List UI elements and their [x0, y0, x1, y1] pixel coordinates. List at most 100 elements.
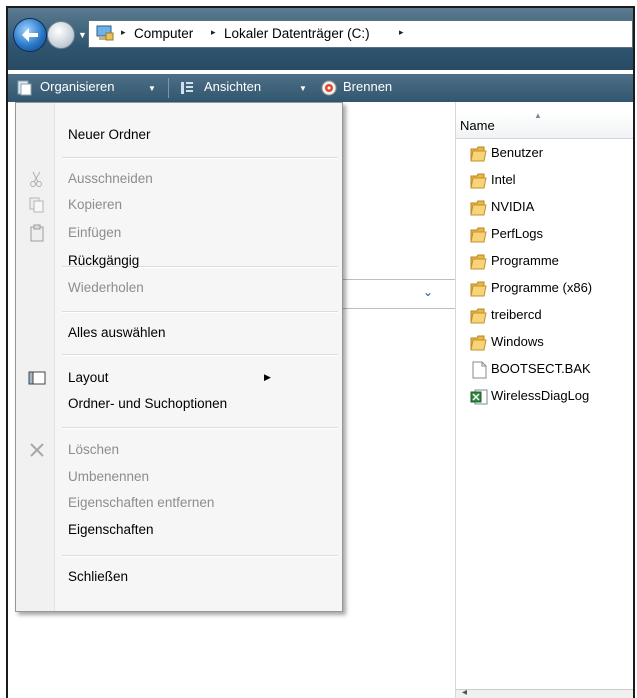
folders-pane-header[interactable]: ⌄ — [343, 279, 455, 309]
horizontal-scrollbar[interactable]: ◂ — [456, 687, 633, 698]
paste-icon — [28, 224, 46, 242]
file-name: BOOTSECT.BAK — [491, 361, 591, 376]
menu-separator — [62, 311, 338, 313]
menu-separator — [62, 157, 338, 159]
menu-item: Einfügen — [16, 219, 342, 247]
organize-button[interactable]: Organisieren — [40, 79, 114, 94]
menu-item-label: Eigenschaften entfernen — [68, 495, 215, 510]
back-button[interactable] — [13, 18, 47, 52]
menu-item-label: Neuer Ordner — [68, 127, 151, 142]
menu-item: Löschen — [16, 436, 342, 464]
file-icon — [470, 361, 488, 379]
column-header-name[interactable]: ▲ Name — [456, 111, 633, 139]
menu-item: Umbenennen — [16, 463, 342, 491]
menu-item-label: Schließen — [68, 569, 129, 584]
file-name: treibercd — [491, 307, 542, 322]
file-list-item[interactable]: Intel — [470, 169, 630, 193]
menu-item: Ausschneiden — [16, 165, 342, 193]
breadcrumb-drive-c[interactable]: Lokaler Datenträger (C:) — [224, 26, 370, 41]
history-dropdown-icon[interactable]: ▼ — [78, 30, 87, 40]
screenshot-frame: ▼ ▸ Computer ▸ Lokaler Datenträger (C:) … — [0, 0, 637, 698]
explorer-window: ▼ ▸ Computer ▸ Lokaler Datenträger (C:) … — [6, 6, 635, 698]
file-list-item[interactable]: Benutzer — [470, 142, 630, 166]
views-button[interactable]: Ansichten — [204, 79, 261, 94]
menu-separator — [62, 555, 338, 557]
menu-item-label: Löschen — [68, 442, 120, 457]
file-list-item[interactable]: Programme — [470, 250, 630, 274]
menu-separator — [62, 354, 338, 356]
scissors-icon — [28, 170, 46, 188]
file-name: Intel — [491, 172, 516, 187]
computer-icon — [96, 25, 114, 42]
file-name: WirelessDiagLog — [491, 388, 590, 403]
file-name: Windows — [491, 334, 544, 349]
address-area: ▼ ▸ Computer ▸ Lokaler Datenträger (C:) … — [8, 8, 633, 70]
views-caret-icon[interactable]: ▼ — [299, 84, 307, 93]
back-arrow-icon — [22, 28, 38, 42]
file-list-item[interactable]: PerfLogs — [470, 223, 630, 247]
menu-item-label: Layout — [68, 370, 109, 385]
scroll-left-icon[interactable]: ◂ — [462, 687, 467, 698]
menu-item: Eigenschaften entfernen — [16, 489, 342, 517]
folder-icon — [470, 145, 488, 163]
breadcrumb-separator[interactable]: ▸ — [399, 27, 404, 38]
menu-item-label: Alles auswählen — [68, 325, 166, 340]
organize-caret-icon[interactable]: ▼ — [148, 84, 156, 93]
menu-item-label: Ausschneiden — [68, 171, 153, 186]
file-name: Programme (x86) — [491, 280, 593, 295]
burn-button[interactable]: Brennen — [343, 79, 392, 94]
folder-icon — [470, 253, 488, 271]
folder-icon — [470, 199, 488, 217]
toolbar-divider — [168, 78, 169, 98]
layout-icon — [28, 369, 46, 387]
organize-menu: Neuer Ordner Ausschneiden Kopieren Einfügen… — [15, 102, 343, 612]
folder-icon — [470, 307, 488, 325]
folder-icon — [470, 280, 488, 298]
file-name: NVIDIA — [491, 199, 535, 214]
folder-icon — [470, 334, 488, 352]
burn-icon — [321, 80, 337, 96]
file-name: Benutzer — [491, 145, 544, 160]
menu-item[interactable]: Rückgängig — [16, 247, 342, 275]
menu-item-label: Wiederholen — [68, 280, 144, 295]
submenu-arrow-icon: ▶ — [264, 372, 271, 382]
menu-item-label: Einfügen — [68, 225, 122, 240]
file-list-item[interactable]: WirelessDiagLog — [470, 385, 630, 409]
sort-indicator-icon: ▲ — [534, 111, 542, 120]
file-list-item[interactable]: BOOTSECT.BAK — [470, 358, 630, 382]
menu-item: Kopieren — [16, 191, 342, 219]
menu-item: Wiederholen — [16, 274, 342, 302]
file-list-item[interactable]: Programme (x86) — [470, 277, 630, 301]
breadcrumb-separator[interactable]: ▸ — [121, 27, 126, 38]
copy-icon — [28, 196, 46, 214]
menu-item-label: Umbenennen — [68, 469, 150, 484]
file-list-pane: ▲ Name Benutzer Intel NVIDIA PerfLogs Progra… — [455, 102, 633, 698]
menu-item[interactable]: Alles auswählen — [16, 319, 342, 347]
file-list-item[interactable]: treibercd — [470, 304, 630, 328]
menu-item[interactable]: Layout ▶ — [16, 364, 342, 392]
file-name: Programme — [491, 253, 559, 268]
menu-item-label: Rückgängig — [68, 253, 140, 268]
menu-item[interactable]: Eigenschaften — [16, 516, 342, 544]
menu-item[interactable]: Neuer Ordner — [16, 121, 342, 149]
views-icon — [181, 82, 193, 94]
menu-item[interactable]: Schließen — [16, 563, 342, 591]
file-list-item[interactable]: Windows — [470, 331, 630, 355]
column-header-label: Name — [460, 118, 495, 133]
menu-item-label: Eigenschaften — [68, 522, 154, 537]
breadcrumb-computer[interactable]: Computer — [134, 26, 193, 41]
chevron-down-icon[interactable]: ⌄ — [423, 285, 433, 299]
breadcrumb-separator[interactable]: ▸ — [211, 27, 216, 38]
command-toolbar: Organisieren ▼ Ansichten ▼ Brennen — [8, 74, 633, 102]
menu-item-label: Kopieren — [68, 197, 123, 212]
breadcrumb[interactable]: ▸ Computer ▸ Lokaler Datenträger (C:) ▸ — [88, 20, 633, 48]
file-list-item[interactable]: NVIDIA — [470, 196, 630, 220]
organize-icon — [17, 80, 32, 96]
file-name: PerfLogs — [491, 226, 544, 241]
folder-icon — [470, 172, 488, 190]
menu-separator — [62, 427, 338, 429]
menu-item[interactable]: Ordner- und Suchoptionen — [16, 390, 342, 418]
forward-button[interactable] — [47, 21, 75, 49]
delete-x-icon — [28, 441, 46, 459]
spreadsheet-file-icon — [470, 388, 488, 406]
